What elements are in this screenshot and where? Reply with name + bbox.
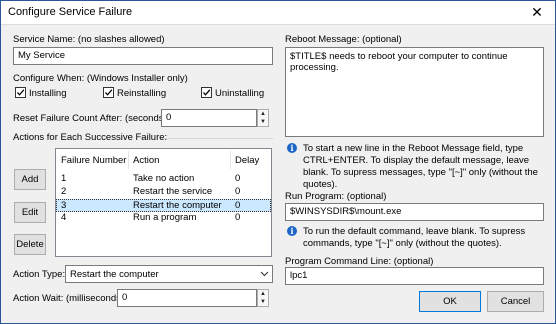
action-cell: Take no action	[133, 173, 195, 184]
configure-when-label: Configure When: (Windows Installer only)	[13, 73, 188, 84]
actions-divider	[161, 138, 273, 139]
service-name-input[interactable]: My Service	[13, 47, 273, 65]
run-program-label: Run Program: (optional)	[285, 191, 387, 202]
reset-failure-label: Reset Failure Count After: (seconds)	[13, 113, 167, 124]
delay-cell: 0	[235, 186, 241, 197]
window-title: Configure Service Failure	[8, 6, 133, 18]
installing-checkbox[interactable]	[15, 87, 26, 98]
table-row-selected[interactable]: 3 Restart the computer 0	[56, 199, 271, 212]
service-name-label: Service Name: (no slashes allowed)	[13, 34, 165, 45]
action-type-value: Restart the computer	[70, 269, 159, 280]
reinstalling-checkbox[interactable]	[103, 87, 114, 98]
column-failure-number[interactable]: Failure Number	[61, 155, 126, 166]
failure-number-cell: 4	[61, 212, 67, 223]
action-cell: Restart the service	[133, 186, 213, 197]
failure-number-cell: 2	[61, 186, 67, 197]
installing-label: Installing	[29, 88, 67, 99]
close-button[interactable]: ✕	[519, 1, 555, 24]
failure-number-cell: 3	[61, 200, 67, 211]
actions-label: Actions for Each Successive Failure:	[13, 132, 168, 143]
column-separator	[230, 151, 231, 169]
table-row[interactable]: 2 Restart the service 0	[56, 186, 271, 199]
action-wait-spinner[interactable]: ▲ ▼	[257, 289, 269, 307]
action-cell: Restart the computer	[133, 200, 222, 211]
run-program-input[interactable]: $WINSYSDIR$\mount.exe	[285, 203, 544, 221]
action-type-select[interactable]: Restart the computer	[65, 265, 273, 283]
uninstalling-checkbox[interactable]	[201, 87, 212, 98]
table-row[interactable]: 4 Run a program 0	[56, 212, 271, 225]
info-icon: i	[287, 226, 297, 236]
reboot-message-note: To start a new line in the Reboot Messag…	[303, 143, 538, 190]
column-delay[interactable]: Delay	[235, 155, 259, 166]
chevron-down-icon	[260, 269, 269, 281]
column-separator	[128, 151, 129, 169]
spin-up-icon[interactable]: ▲	[258, 290, 268, 298]
actions-list[interactable]: Failure Number Action Delay 1 Take no ac…	[55, 148, 272, 257]
spin-down-icon[interactable]: ▼	[258, 118, 268, 126]
ok-button[interactable]: OK	[419, 291, 481, 312]
reinstalling-label: Reinstalling	[117, 88, 167, 99]
info-icon: i	[287, 143, 297, 153]
spin-up-icon[interactable]: ▲	[258, 110, 268, 118]
reset-failure-input[interactable]: 0	[161, 109, 257, 127]
actions-list-header: Failure Number Action Delay	[56, 149, 271, 171]
table-row[interactable]: 1 Take no action 0	[56, 173, 271, 186]
action-cell: Run a program	[133, 212, 197, 223]
delay-cell: 0	[235, 173, 241, 184]
reset-failure-spinner[interactable]: ▲ ▼	[257, 109, 269, 127]
run-program-note: To run the default command, leave blank.…	[303, 226, 526, 249]
action-type-label: Action Type:	[13, 269, 66, 280]
configure-service-failure-dialog: Configure Service Failure ✕ Service Name…	[0, 0, 556, 324]
cancel-button[interactable]: Cancel	[487, 291, 544, 312]
delete-button[interactable]: Delete	[14, 234, 46, 255]
reboot-message-textarea[interactable]: $TITLE$ needs to reboot your computer to…	[285, 47, 544, 137]
delay-cell: 0	[235, 212, 241, 223]
spin-down-icon[interactable]: ▼	[258, 298, 268, 306]
delay-cell: 0	[235, 200, 241, 211]
uninstalling-label: Uninstalling	[215, 88, 265, 99]
edit-button[interactable]: Edit	[14, 202, 46, 223]
title-bar: Configure Service Failure ✕	[1, 1, 555, 25]
reboot-message-label: Reboot Message: (optional)	[285, 34, 402, 45]
program-command-line-label: Program Command Line: (optional)	[285, 256, 434, 267]
add-button[interactable]: Add	[14, 169, 46, 190]
column-action[interactable]: Action	[133, 155, 159, 166]
failure-number-cell: 1	[61, 173, 67, 184]
action-wait-label: Action Wait: (milliseconds)	[13, 293, 125, 304]
program-command-line-input[interactable]: lpc1	[285, 267, 544, 285]
action-wait-input[interactable]: 0	[117, 289, 257, 307]
